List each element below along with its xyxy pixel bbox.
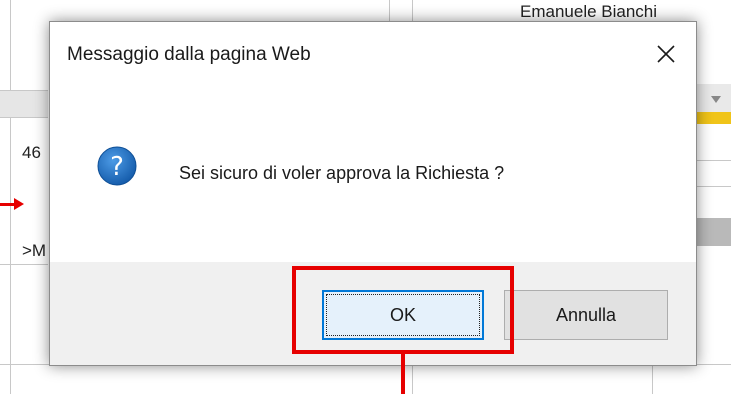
bg-user-name: Emanuele Bianchi <box>520 2 658 21</box>
bg-left-cell-text: >M <box>22 241 47 260</box>
close-button[interactable] <box>646 34 686 74</box>
dialog-footer: OK Annulla <box>50 262 696 365</box>
bg-highlight-strip <box>696 112 731 124</box>
bg-row-divider <box>0 264 48 265</box>
screenshot-root: Emanuele Bianchi 46 >M Messaggio dalla p… <box>0 0 731 394</box>
bg-column-divider <box>389 0 390 21</box>
confirm-dialog: Messaggio dalla pagina Web ? Sei sicuro … <box>49 21 697 366</box>
svg-text:?: ? <box>110 152 124 182</box>
bg-row-divider <box>696 186 731 187</box>
bg-column-divider <box>652 366 653 394</box>
question-icon: ? <box>97 146 137 186</box>
annotation-pointer-line <box>401 354 405 394</box>
dialog-title: Messaggio dalla pagina Web <box>67 44 311 65</box>
bg-left-table-header <box>0 90 48 118</box>
bg-left-cell-text: 46 <box>22 143 41 162</box>
dialog-message: Sei sicuro di voler approva la Richiesta… <box>179 163 505 183</box>
bg-column-divider <box>412 366 413 394</box>
bg-row-divider <box>696 160 731 161</box>
bg-column-divider <box>10 0 11 394</box>
ok-button[interactable]: OK <box>322 290 484 340</box>
close-icon <box>657 45 675 63</box>
cancel-button[interactable]: Annulla <box>504 290 668 340</box>
bg-selected-row <box>696 218 731 246</box>
bg-dropdown-arrow-icon <box>711 96 721 103</box>
bg-column-divider <box>412 0 413 21</box>
